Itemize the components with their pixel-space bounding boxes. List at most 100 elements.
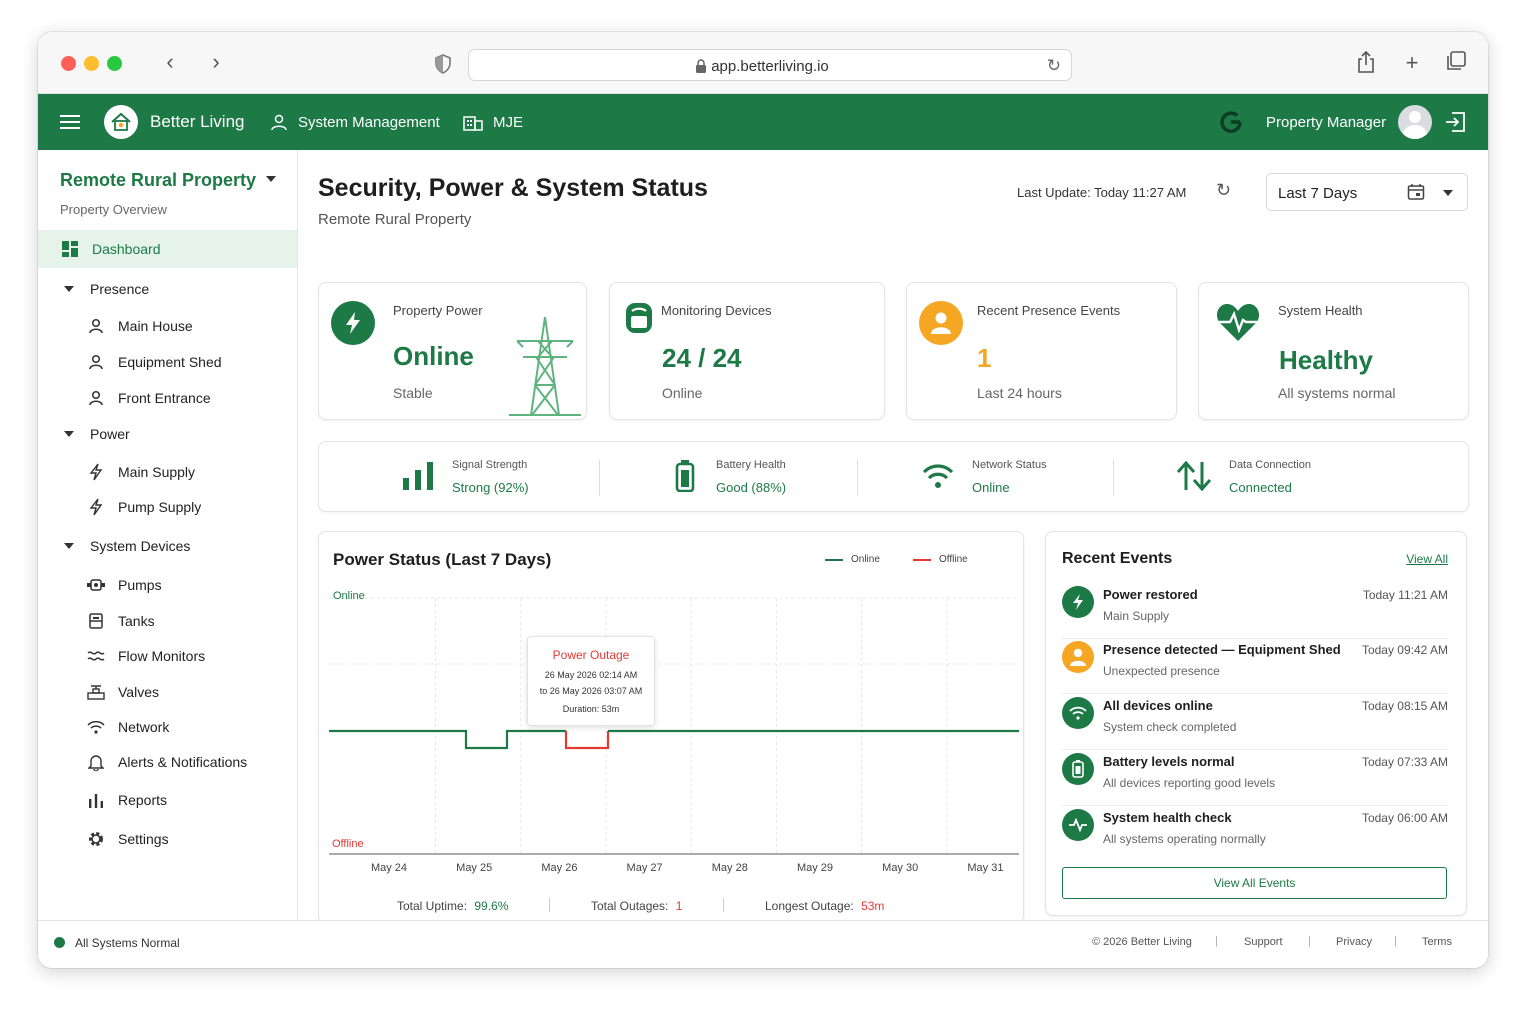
online-series-line: [329, 729, 566, 750]
reload-icon[interactable]: ↻: [1047, 56, 1061, 76]
sidebar-item-dashboard[interactable]: Dashboard: [60, 239, 161, 259]
menu-icon[interactable]: [60, 94, 80, 150]
g-logo-icon: [1218, 94, 1244, 150]
sidebar-group-power[interactable]: Power: [64, 426, 130, 442]
caret-down-icon: [64, 286, 74, 292]
sidebar-group-label: Presence: [90, 281, 150, 297]
event-item[interactable]: Presence detected — Equipment Shed Unexp…: [1062, 639, 1448, 694]
sidebar-item-main-house[interactable]: Main House: [86, 316, 193, 336]
footer: All Systems Normal © 2026 Better Living …: [38, 920, 1488, 968]
sidebar-item-alerts[interactable]: Alerts & Notifications: [86, 752, 247, 772]
tooltip-to: to 26 May 2026 03:07 AM: [539, 686, 643, 696]
sidebar-item-pumps[interactable]: Pumps: [86, 575, 162, 595]
sidebar-item-flow-monitors[interactable]: Flow Monitors: [86, 646, 205, 666]
sidebar-item-front-entrance[interactable]: Front Entrance: [86, 388, 211, 408]
wave-icon: [86, 646, 106, 666]
browser-toolbar: ‹ › app.betterliving.io ↻ +: [38, 32, 1488, 94]
sidebar-group-presence[interactable]: Presence: [64, 281, 149, 297]
sidebar-item-tanks[interactable]: Tanks: [86, 611, 155, 631]
refresh-icon[interactable]: ↻: [1216, 180, 1231, 201]
tooltip-from: 26 May 2026 02:14 AM: [544, 670, 638, 680]
sidebar-item-reports[interactable]: Reports: [86, 790, 167, 810]
pulse-icon: [1062, 809, 1094, 841]
tank-icon: [86, 611, 106, 631]
bar-chart-icon: [86, 790, 106, 810]
brand[interactable]: Better Living: [104, 94, 245, 150]
kpi-presence-events[interactable]: Recent Presence Events 1 Last 24 hours: [906, 282, 1177, 420]
sidebar-item-settings[interactable]: Settings: [86, 829, 169, 849]
kpi-monitoring-devices[interactable]: Monitoring Devices 24 / 24 Online: [609, 282, 885, 420]
event-title: Power restored: [1103, 587, 1198, 602]
kpi-system-health[interactable]: System Health Healthy All systems normal: [1198, 282, 1469, 420]
kpi-sub: Stable: [393, 385, 433, 401]
sidebar-item-equipment-shed[interactable]: Equipment Shed: [86, 352, 222, 372]
sidebar-item-pump-supply[interactable]: Pump Supply: [86, 497, 201, 517]
tooltip-duration: Duration: 53m: [562, 704, 620, 714]
new-tab-icon[interactable]: +: [1400, 50, 1424, 76]
divider: |: [1308, 935, 1311, 947]
logout-icon[interactable]: [1444, 94, 1466, 150]
x-tick-label: May 31: [967, 862, 1003, 874]
chevron-down-icon[interactable]: [266, 176, 276, 182]
recent-events-card: Recent Events View All Power restored Ma…: [1045, 531, 1467, 916]
url-text: app.betterliving.io: [711, 58, 829, 75]
outage-tooltip: Power Outage 26 May 2026 02:14 AM to 26 …: [527, 636, 655, 726]
view-all-link[interactable]: View All: [1406, 552, 1448, 566]
sidebar-item-valves[interactable]: Valves: [86, 682, 159, 702]
divider: [549, 898, 550, 912]
divider: [1113, 460, 1114, 496]
tabs-overview-icon[interactable]: [1444, 50, 1468, 76]
event-item[interactable]: Battery levels normal All devices report…: [1062, 751, 1448, 806]
property-selector[interactable]: Remote Rural Property: [60, 170, 256, 191]
close-window-button[interactable]: [61, 56, 76, 71]
summary-value: 1: [675, 899, 683, 913]
sidebar-item-label: Settings: [118, 831, 169, 847]
user-menu[interactable]: Property Manager: [1266, 94, 1433, 150]
kpi-label: System Health: [1278, 303, 1363, 318]
x-tick-label: May 26: [541, 862, 577, 874]
footer-link-terms[interactable]: Terms: [1422, 936, 1452, 948]
sidebar-item-label: Flow Monitors: [118, 648, 206, 664]
view-all-events-button[interactable]: View All Events: [1062, 867, 1447, 899]
back-icon[interactable]: ‹: [158, 50, 182, 76]
power-status-chart-card: Power Status (Last 7 Days) Online Offlin…: [318, 531, 1024, 924]
kpi-sub: All systems normal: [1278, 385, 1396, 401]
nav-site[interactable]: MJE: [463, 94, 523, 150]
event-item[interactable]: All devices online System check complete…: [1062, 695, 1448, 750]
valve-icon: [86, 682, 106, 702]
pump-icon: [86, 575, 106, 595]
maximize-window-button[interactable]: [107, 56, 122, 71]
wifi-icon: [86, 717, 106, 737]
event-sub: Unexpected presence: [1103, 664, 1220, 678]
kpi-sub: Last 24 hours: [977, 385, 1062, 401]
stat-label: Battery Health: [716, 459, 786, 471]
share-icon[interactable]: [1354, 50, 1378, 76]
sidebar-item-label: Reports: [118, 792, 168, 808]
browser-window: ‹ › app.betterliving.io ↻ + Better Livin…: [38, 32, 1488, 968]
wifi-icon: [922, 462, 954, 495]
date-range-select[interactable]: Last 7 Days: [1266, 173, 1468, 211]
shield-icon[interactable]: [434, 54, 452, 79]
stat-value: Strong (92%): [452, 480, 529, 495]
sidebar-item-label: Equipment Shed: [118, 354, 222, 370]
power-status-chart[interactable]: May 24 May 25 May 26 May 27 May 28 May 29 May …: [319, 532, 1025, 925]
bell-icon: [86, 752, 106, 772]
footer-link-privacy[interactable]: Privacy: [1336, 936, 1372, 948]
sidebar-group-system-devices[interactable]: System Devices: [64, 538, 190, 554]
event-sub: System check completed: [1103, 720, 1237, 734]
stat-value: Good (88%): [716, 480, 787, 495]
kpi-value: Online: [393, 341, 474, 371]
nav-system-management[interactable]: System Management: [270, 94, 440, 150]
sidebar-item-main-supply[interactable]: Main Supply: [86, 462, 195, 482]
forward-icon[interactable]: ›: [204, 50, 228, 76]
sidebar-item-network[interactable]: Network: [86, 717, 169, 737]
event-item[interactable]: System health check All systems operatin…: [1062, 807, 1448, 862]
event-item[interactable]: Power restored Main Supply Today 11:21 A…: [1062, 584, 1448, 639]
event-title: System health check: [1103, 810, 1232, 825]
address-bar[interactable]: app.betterliving.io ↻: [468, 49, 1072, 81]
property-subtitle: Property Overview: [60, 202, 167, 217]
kpi-property-power[interactable]: Property Power Online Stable: [318, 282, 587, 420]
footer-link-support[interactable]: Support: [1244, 936, 1283, 948]
minimize-window-button[interactable]: [84, 56, 99, 71]
main-content: Security, Power & System Status Remote R…: [298, 150, 1488, 924]
